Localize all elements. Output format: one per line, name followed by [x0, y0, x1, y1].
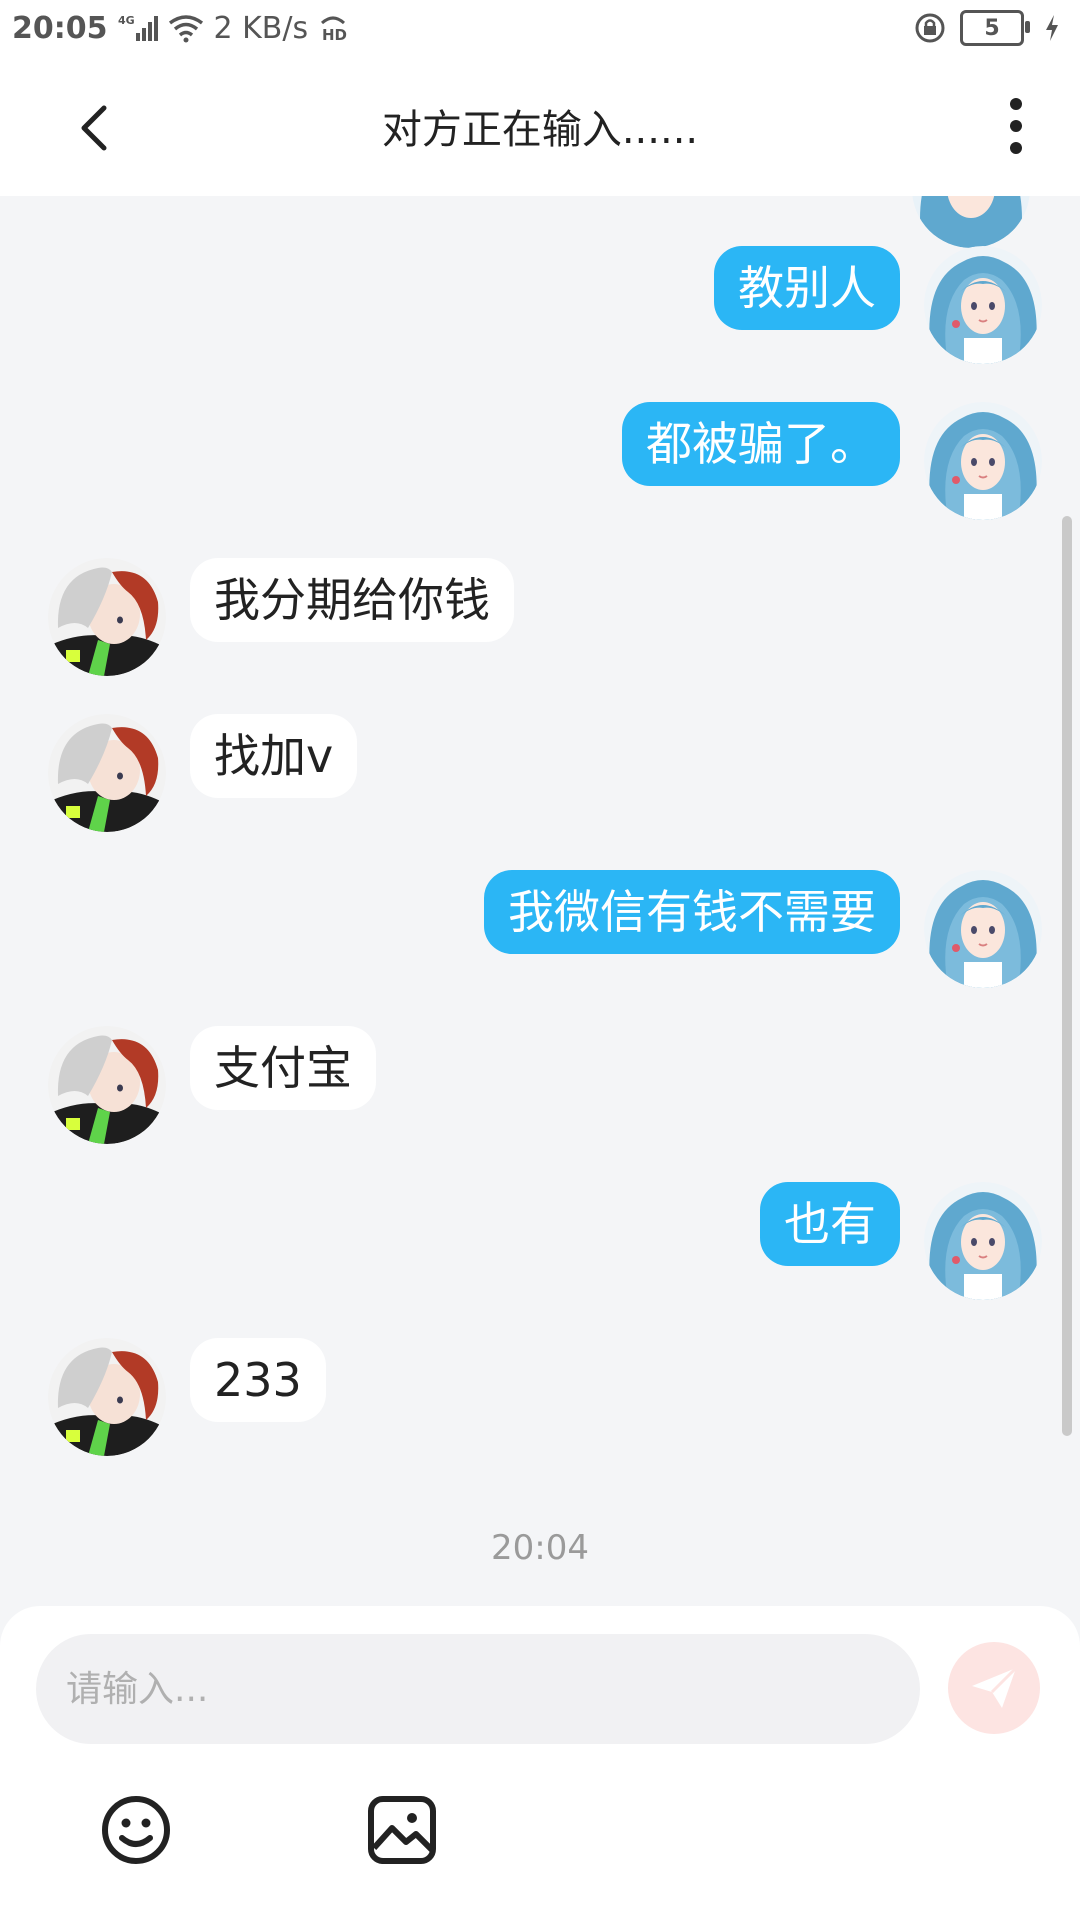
- contact-message-bubble[interactable]: 支付宝: [190, 1026, 376, 1110]
- message-row: 233: [48, 1338, 326, 1456]
- chat-message-list[interactable]: 教别人 都被骗了。 我分期给你钱 找加v 我微信有钱不需要 支付宝 也有 233…: [0, 196, 1080, 1606]
- chat-header: 对方正在输入......: [0, 56, 1080, 196]
- my-message-bubble[interactable]: 我微信有钱不需要: [484, 870, 900, 954]
- status-bar: 20:05 4G 2 KB/s HD 5: [0, 0, 1080, 56]
- battery-icon: 5: [960, 10, 1030, 46]
- contact-message-bubble[interactable]: 找加v: [190, 714, 358, 798]
- hd-icon: HD: [318, 13, 348, 43]
- message-row: 教别人: [714, 246, 1042, 364]
- my-avatar[interactable]: [924, 870, 1042, 988]
- send-icon: [972, 1666, 1018, 1708]
- composer: [0, 1606, 1080, 1920]
- message-row: 我微信有钱不需要: [484, 870, 1042, 988]
- svg-text:HD: HD: [322, 26, 347, 43]
- my-message-bubble[interactable]: 都被骗了。: [622, 402, 900, 486]
- wifi-icon: [168, 13, 204, 43]
- my-message-bubble[interactable]: 教别人: [714, 246, 900, 330]
- message-timestamp: 20:04: [491, 1528, 589, 1568]
- my-avatar[interactable]: [924, 246, 1042, 364]
- image-icon: [368, 1796, 436, 1864]
- charging-icon: [1044, 13, 1060, 43]
- message-row: 支付宝: [48, 1026, 376, 1144]
- my-message-bubble[interactable]: 也有: [760, 1182, 900, 1266]
- status-time: 20:05: [12, 10, 108, 46]
- message-input[interactable]: [36, 1634, 920, 1744]
- contact-avatar[interactable]: [48, 1338, 166, 1456]
- contact-avatar[interactable]: [48, 558, 166, 676]
- smile-icon: [102, 1796, 170, 1864]
- svg-text:4G: 4G: [118, 14, 135, 27]
- chevron-left-icon[interactable]: [68, 100, 124, 156]
- image-button[interactable]: [362, 1790, 442, 1870]
- message-row: 也有: [760, 1182, 1042, 1300]
- my-avatar[interactable]: [924, 1182, 1042, 1300]
- network-speed: 2 KB/s: [213, 10, 309, 46]
- lock-rotation-icon: [914, 12, 946, 44]
- emoji-button[interactable]: [96, 1790, 176, 1870]
- contact-message-bubble[interactable]: 我分期给你钱: [190, 558, 514, 642]
- my-avatar[interactable]: [924, 402, 1042, 520]
- message-row: 都被骗了。: [622, 402, 1042, 520]
- contact-avatar[interactable]: [48, 714, 166, 832]
- more-vertical-icon[interactable]: [1002, 96, 1030, 156]
- contact-avatar[interactable]: [48, 1026, 166, 1144]
- send-button[interactable]: [948, 1642, 1040, 1734]
- contact-message-bubble[interactable]: 233: [190, 1338, 326, 1422]
- message-row: 找加v: [48, 714, 358, 832]
- my-avatar-partial: [912, 196, 1030, 248]
- scrollbar[interactable]: [1062, 516, 1072, 1436]
- message-row: 我分期给你钱: [48, 558, 514, 676]
- chat-title: 对方正在输入......: [381, 107, 699, 153]
- signal-icon: 4G: [118, 13, 158, 43]
